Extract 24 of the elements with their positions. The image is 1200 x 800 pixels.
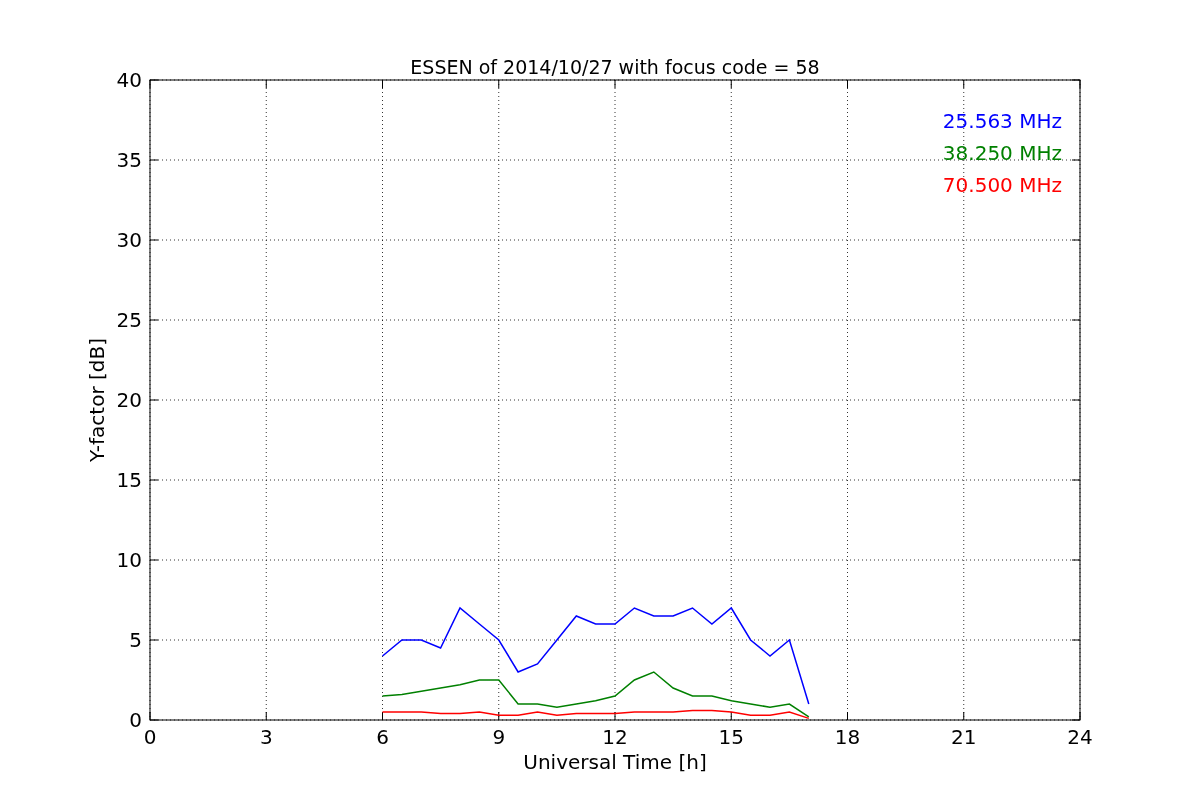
chart-title: ESSEN of 2014/10/27 with focus code = 58 [410, 56, 820, 78]
tick-label: 10 [116, 548, 142, 572]
tick-label: 0 [129, 708, 142, 732]
tick-label: 9 [492, 725, 506, 749]
tick-label: 18 [834, 725, 861, 749]
tick-label: 15 [718, 725, 744, 749]
tick-label: 21 [951, 725, 977, 749]
tick-label: 6 [376, 725, 389, 749]
tick-label: 25 [116, 308, 142, 332]
tick-label: 15 [116, 468, 142, 492]
legend-label: 70.500 MHz [942, 173, 1062, 197]
tick-label: 5 [129, 628, 142, 652]
tick-label: 3 [259, 725, 273, 749]
tick-label: 30 [116, 228, 142, 252]
tick-label: 0 [143, 725, 157, 749]
tick-label: 12 [602, 725, 628, 749]
x-axis-label: Universal Time [h] [523, 750, 707, 774]
tick-label: 24 [1067, 725, 1093, 749]
tick-label: 20 [116, 388, 142, 412]
tick-label: 40 [116, 68, 142, 92]
legend-label: 38.250 MHz [942, 141, 1062, 165]
tick-label: 35 [116, 148, 142, 172]
y-axis-label: Y-factor [dB] [85, 338, 109, 462]
legend-label: 25.563 MHz [942, 109, 1062, 133]
